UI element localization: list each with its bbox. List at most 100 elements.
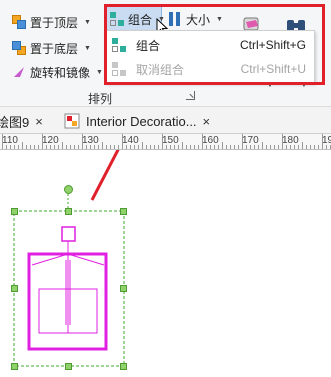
group-icon — [112, 38, 126, 52]
ruler-tick — [166, 145, 167, 149]
ruler-tick — [162, 134, 163, 149]
ruler-tick — [62, 142, 63, 149]
chevron-down-icon: ▼ — [84, 18, 91, 26]
ruler-tick — [78, 145, 79, 149]
ruler-tick — [202, 134, 203, 149]
tab-drawing9[interactable]: 绘图9 × — [0, 111, 43, 131]
ruler-tick — [118, 145, 119, 149]
resize-handle-nw[interactable] — [11, 208, 18, 215]
tab-interior-decoration[interactable]: Interior Decoratio... × — [64, 111, 210, 131]
ruler-tick — [138, 145, 139, 149]
menu-item-label: 取消组合 — [136, 62, 185, 77]
document-icon — [64, 113, 80, 129]
ruler-tick — [18, 145, 19, 149]
ruler-tick — [102, 142, 103, 149]
ruler-tick — [182, 142, 183, 149]
resize-handle-se[interactable] — [120, 363, 127, 370]
bring-to-front-icon — [12, 15, 26, 29]
ruler-tick — [234, 145, 235, 149]
ruler-tick — [278, 145, 279, 149]
ruler-tick — [254, 145, 255, 149]
ruler-tick — [58, 145, 59, 149]
resize-handle-ne[interactable] — [120, 208, 127, 215]
ruler-tick — [242, 134, 243, 149]
close-icon[interactable]: × — [35, 114, 43, 129]
resize-handle-s[interactable] — [65, 363, 72, 370]
ruler-tick — [50, 145, 51, 149]
ruler-tick — [238, 145, 239, 149]
ruler-tick — [158, 145, 159, 149]
tab-label: Interior Decoratio... — [86, 113, 197, 129]
ruler-tick — [106, 145, 107, 149]
ruler-tick — [74, 145, 75, 149]
ruler-tick — [6, 145, 7, 149]
ruler-tick — [22, 142, 23, 149]
dialog-launcher-icon[interactable] — [186, 91, 195, 100]
ungroup-icon — [112, 62, 126, 76]
ruler-tick — [174, 145, 175, 149]
ruler-tick — [86, 145, 87, 149]
resize-handle-sw[interactable] — [11, 363, 18, 370]
ruler-tick — [38, 145, 39, 149]
bring-to-front-button[interactable]: 置于顶层 ▼ — [12, 12, 91, 32]
ruler-tick — [150, 145, 151, 149]
ruler-tick — [222, 142, 223, 149]
menu-item-group[interactable]: 组合 Ctrl+Shift+G — [106, 35, 314, 55]
ruler-tick — [294, 145, 295, 149]
ruler-tick — [226, 145, 227, 149]
ruler-tick — [198, 145, 199, 149]
resize-handle-w[interactable] — [11, 285, 18, 292]
ruler-tick — [114, 145, 115, 149]
ruler-tick — [250, 145, 251, 149]
ruler-tick — [270, 145, 271, 149]
ruler-tick — [298, 145, 299, 149]
ruler-tick — [230, 145, 231, 149]
menu-item-shortcut: Ctrl+Shift+U — [240, 62, 306, 76]
send-to-back-label: 置于底层 — [30, 41, 79, 56]
ruler-tick — [190, 145, 191, 149]
ruler-tick — [186, 145, 187, 149]
close-icon[interactable]: × — [203, 114, 211, 129]
ruler-tick — [266, 145, 267, 149]
ruler-tick — [194, 145, 195, 149]
menu-item-ungroup[interactable]: 取消组合 Ctrl+Shift+U — [106, 59, 314, 79]
ruler-tick — [246, 145, 247, 149]
ruler-tick — [178, 145, 179, 149]
rotation-handle[interactable] — [64, 185, 73, 194]
menu-item-shortcut: Ctrl+Shift+G — [239, 38, 306, 52]
ruler-tick — [258, 145, 259, 149]
resize-handle-n[interactable] — [65, 208, 72, 215]
ruler-tick — [170, 145, 171, 149]
ruler-tick — [142, 142, 143, 149]
document-tabbar: 绘图9 × Interior Decoratio... × — [0, 106, 331, 134]
ruler-tick — [10, 145, 11, 149]
group-dropdown-menu: 组合 Ctrl+Shift+G 取消组合 Ctrl+Shift+U — [105, 30, 315, 83]
ruler-tick — [98, 145, 99, 149]
rotate-flip-label: 旋转和镜像 — [30, 65, 91, 80]
ruler-tick — [206, 145, 207, 149]
ruler-tick — [70, 145, 71, 149]
ruler-tick — [34, 145, 35, 149]
ruler-tick — [122, 134, 123, 149]
ruler-tick — [46, 145, 47, 149]
send-to-back-button[interactable]: 置于底层 ▼ — [12, 38, 91, 58]
resize-handle-e[interactable] — [120, 285, 127, 292]
ruler-tick — [2, 134, 3, 149]
ruler-tick — [30, 145, 31, 149]
ruler-tick — [154, 145, 155, 149]
ruler-tick — [286, 145, 287, 149]
drawing-canvas[interactable] — [0, 150, 331, 377]
rotate-flip-button[interactable]: 旋转和镜像 ▼ — [12, 62, 103, 82]
ruler-tick — [42, 134, 43, 149]
ruler-tick — [322, 134, 323, 149]
group-icon — [110, 12, 124, 26]
ruler-tick — [274, 145, 275, 149]
group-label: 组合 — [128, 12, 153, 27]
horizontal-ruler: 110120130140150160170180190 — [0, 134, 331, 150]
ruler-tick — [94, 145, 95, 149]
ruler-tick — [130, 145, 131, 149]
ruler-tick — [262, 142, 263, 149]
bring-to-front-label: 置于顶层 — [30, 15, 79, 30]
size-button[interactable]: 大小 ▼ — [168, 9, 223, 29]
ruler-tick — [126, 145, 127, 149]
